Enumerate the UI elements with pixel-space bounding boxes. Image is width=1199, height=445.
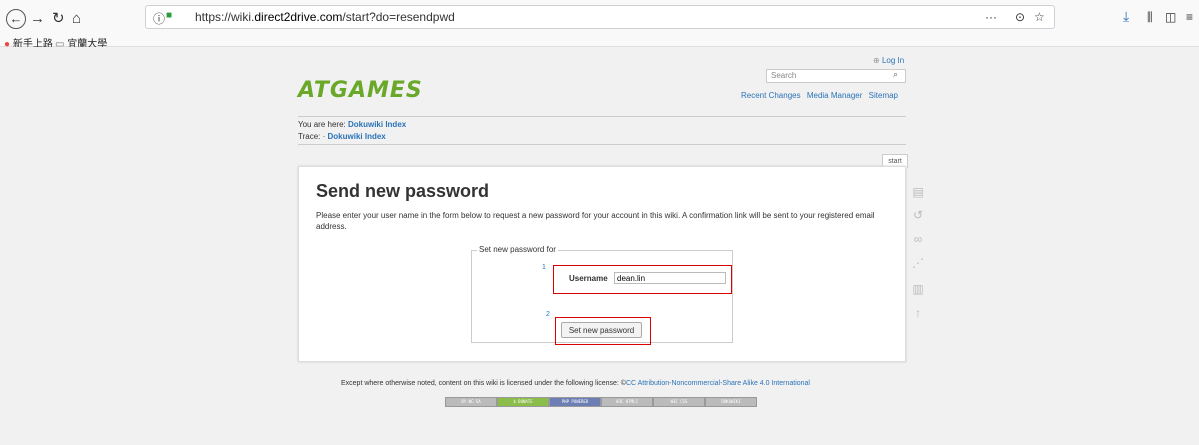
login-link[interactable]: ⊕ Log In: [873, 56, 904, 65]
recent-changes-icon[interactable]: ⋰: [911, 256, 925, 270]
breadcrumb-link[interactable]: Dokuwiki Index: [348, 120, 406, 129]
url-text[interactable]: https://wiki.direct2drive.com/start?do=r…: [195, 10, 455, 24]
php-badge[interactable]: PHP POWERED: [549, 397, 601, 407]
bookmark-star-icon[interactable]: ☆: [1034, 10, 1045, 24]
site-logo[interactable]: ATGAMES: [298, 78, 423, 103]
fieldset-legend: Set new password for: [477, 245, 558, 254]
page-title: Send new password: [316, 181, 490, 201]
home-button[interactable]: ⌂: [72, 10, 81, 28]
sidebar-icon[interactable]: ◫: [1165, 10, 1176, 24]
breadcrumb-divider: [298, 144, 906, 145]
set-new-password-button[interactable]: Set new password: [561, 322, 642, 338]
login-icon: ⊕: [873, 56, 880, 65]
back-to-top-icon[interactable]: ↑: [911, 306, 925, 320]
trace-link[interactable]: Dokuwiki Index: [328, 132, 386, 141]
dokuwiki-badge[interactable]: DOKUWIKI: [705, 397, 757, 407]
step-marker-2: 2: [546, 311, 550, 318]
lock-icon[interactable]: ■: [166, 10, 172, 21]
sitemap-link[interactable]: Sitemap: [869, 91, 898, 100]
license-notice: Except where otherwise noted, content on…: [341, 380, 810, 387]
html5-badge[interactable]: W3C HTML5: [601, 397, 653, 407]
trace: Trace: · Dokuwiki Index: [298, 132, 386, 141]
donate-badge[interactable]: $ DONATE: [497, 397, 549, 407]
search-icon[interactable]: ⌕: [893, 69, 898, 80]
reload-button[interactable]: ↻: [52, 10, 65, 28]
info-icon[interactable]: ⓘ: [153, 10, 165, 27]
show-page-icon[interactable]: ▤: [911, 185, 925, 199]
more-actions-icon[interactable]: ···: [985, 10, 997, 24]
header-divider: [298, 116, 906, 117]
old-revisions-icon[interactable]: ↺: [911, 208, 925, 222]
license-link[interactable]: CC Attribution-Noncommercial-Share Alike…: [626, 380, 810, 387]
recent-changes-link[interactable]: Recent Changes: [741, 91, 801, 100]
forward-button[interactable]: →: [30, 10, 45, 28]
download-icon[interactable]: ⤓: [1123, 8, 1129, 25]
export-pdf-icon[interactable]: ▥: [911, 282, 925, 296]
library-icon[interactable]: ⫼: [1147, 10, 1153, 25]
step-marker-1: 1: [542, 264, 546, 271]
pocket-icon[interactable]: ⊙: [1015, 10, 1025, 24]
username-input[interactable]: [614, 272, 726, 284]
page-description: Please enter your user name in the form …: [316, 211, 875, 231]
username-label: Username: [569, 274, 608, 283]
breadcrumb: You are here: Dokuwiki Index: [298, 120, 407, 129]
search-input[interactable]: Search: [766, 69, 906, 83]
cc-badge[interactable]: BY-NC-SA: [445, 397, 497, 407]
tools-nav: Recent Changes Media Manager Sitemap: [737, 91, 898, 100]
media-manager-link[interactable]: Media Manager: [807, 91, 863, 100]
css-badge[interactable]: W3C CSS: [653, 397, 705, 407]
menu-icon[interactable]: ≡: [1186, 10, 1193, 24]
backlinks-icon[interactable]: ∞: [911, 232, 925, 246]
back-button[interactable]: ←: [6, 9, 26, 29]
